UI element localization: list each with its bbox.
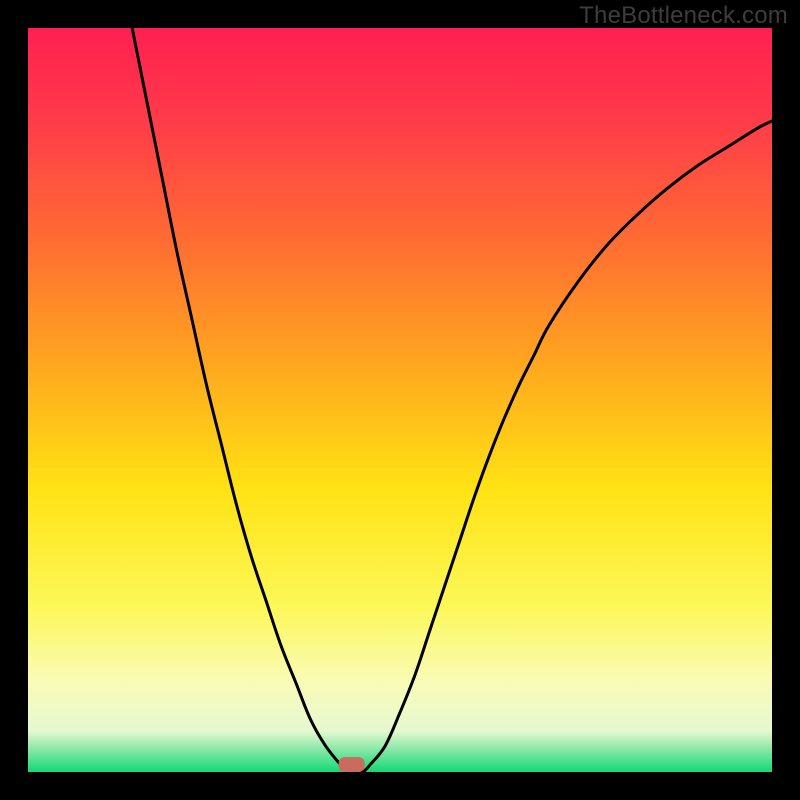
gradient-background [28, 28, 772, 772]
plot-area [28, 28, 772, 772]
watermark-text: TheBottleneck.com [579, 2, 788, 30]
chart-frame: TheBottleneck.com [0, 0, 800, 800]
vertex-marker [339, 757, 365, 772]
plot-svg [28, 28, 772, 772]
